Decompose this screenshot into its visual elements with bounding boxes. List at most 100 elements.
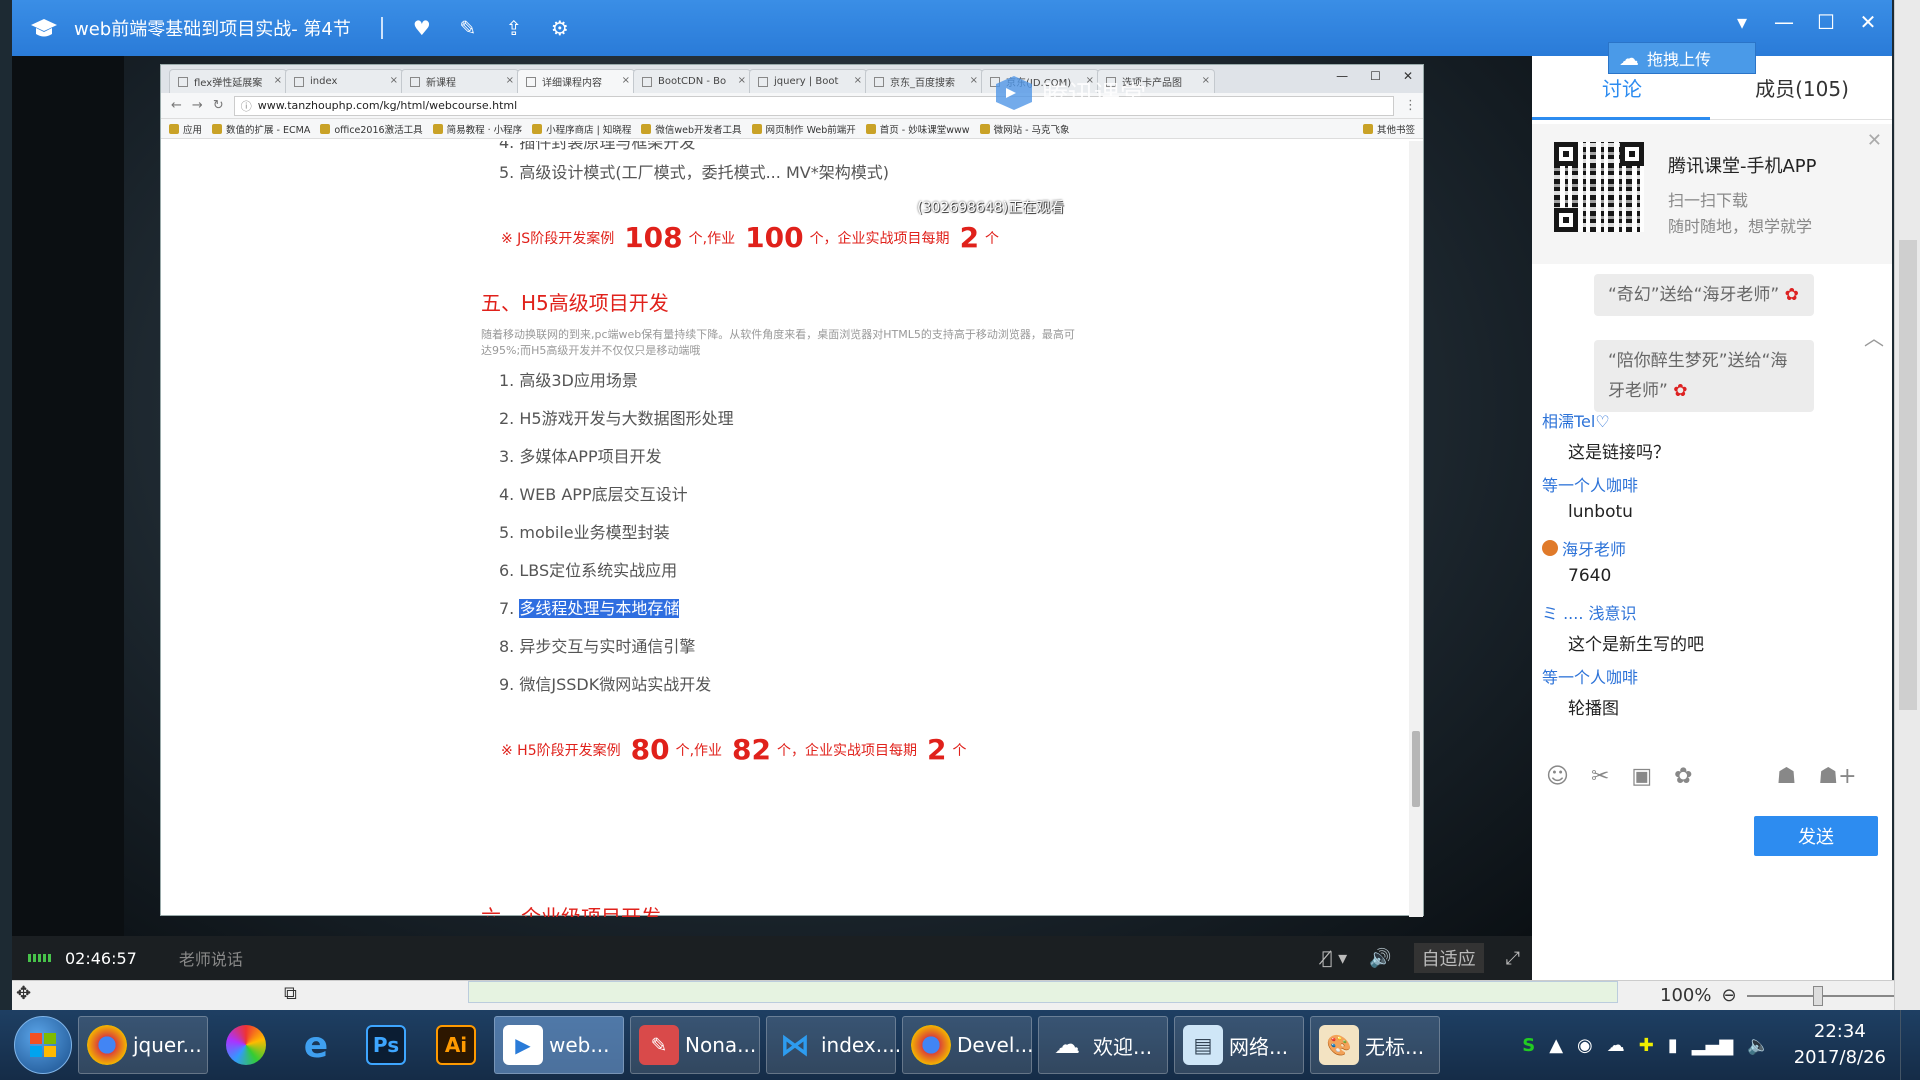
dropdown-icon[interactable]: ▾	[1730, 10, 1754, 34]
browser-tab[interactable]: jquery | Boot ×	[749, 69, 867, 93]
volume-icon[interactable]: 🔊	[1369, 948, 1391, 969]
flower-icon[interactable]: ✿	[1674, 764, 1692, 789]
browser-tab[interactable]: flex弹性延展案 ×	[169, 69, 287, 93]
chrome-icon	[87, 1025, 127, 1065]
cloud-tray-icon[interactable]: ☁	[1607, 1035, 1625, 1056]
user-icon[interactable]: ☗	[1777, 764, 1797, 789]
zoom-out-icon[interactable]: ⊖	[1721, 985, 1736, 1006]
browser-tab[interactable]: 新课程 ×	[401, 69, 519, 93]
video-area[interactable]: flex弹性延展案 × index × 新课程 × 详细课程内容 × BootCDN -…	[12, 56, 1532, 936]
fullscreen-icon[interactable]: ⤢	[1506, 948, 1520, 969]
taskbar-photos[interactable]	[214, 1016, 278, 1074]
page-scroll-thumb[interactable]	[1412, 731, 1420, 807]
outer-scroll-thumb[interactable]	[1899, 240, 1917, 710]
bookmark[interactable]: office2016激活工具	[320, 122, 423, 136]
send-button[interactable]: 发送	[1754, 816, 1878, 856]
tray-expand-icon[interactable]: ▲	[1549, 1035, 1563, 1056]
edit-icon[interactable]: ✎	[453, 13, 483, 43]
zoom-slider-knob[interactable]	[1812, 985, 1823, 1006]
chat-username[interactable]: 相濡Tel♡	[1542, 408, 1610, 432]
chat-message: 这个是新生写的吧	[1568, 635, 1704, 655]
browser-tab[interactable]: 京东_百度搜索 ×	[865, 69, 983, 93]
taskbar-notepad[interactable]: ✎ Nona...	[630, 1016, 760, 1074]
bookmark[interactable]: 微信web开发者工具	[641, 122, 742, 136]
bookmark-other[interactable]: 其他书签	[1362, 122, 1415, 136]
close-button[interactable]: ✕	[1856, 10, 1880, 34]
taskbar-illustrator[interactable]: Ai	[424, 1016, 488, 1074]
speaker-icon[interactable]: 🔈	[1747, 1035, 1769, 1056]
browser-tab[interactable]: BootCDN - Bo ×	[633, 69, 751, 93]
h5-item-selected[interactable]: 7. 多线程处理与本地存储	[499, 595, 680, 619]
taskbar-chrome-dev[interactable]: Devel...	[902, 1016, 1033, 1074]
chat-username[interactable]: ミ .... 浅意识	[1542, 600, 1637, 624]
network-icon[interactable]: ▂▄▆	[1692, 1035, 1734, 1056]
taskbar-paint[interactable]: 🎨 无标...	[1310, 1016, 1440, 1074]
mobile-app-promo: 腾讯课堂-手机APP 扫一扫下载 随时随地，想学就学 ✕	[1532, 124, 1892, 264]
clock[interactable]: 22:34 2017/8/26	[1794, 1019, 1886, 1071]
maximize-button[interactable]: ☐	[1814, 10, 1838, 34]
forward-icon[interactable]: →	[192, 98, 203, 113]
taskbar-ie[interactable]: e	[284, 1016, 348, 1074]
bookmark[interactable]: 首页 - 妙味课堂www	[865, 122, 970, 136]
collapse-icon[interactable]: ︿	[1864, 322, 1884, 351]
browser-maximize-button[interactable]: ☐	[1370, 69, 1381, 83]
browser-close-button[interactable]: ✕	[1403, 69, 1413, 83]
h5-item: 8. 异步交互与实时通信引擎	[499, 637, 696, 656]
start-button[interactable]	[14, 1016, 72, 1074]
heart-icon[interactable]: ♥	[407, 13, 437, 43]
h5-section-title: 五、H5高级项目开发	[481, 291, 669, 315]
bookmark[interactable]: 网页制作 Web前端开	[751, 122, 856, 136]
browser-tab-active[interactable]: 详细课程内容 ×	[517, 69, 635, 93]
drag-upload-button[interactable]: ☁ 拖拽上传	[1608, 42, 1756, 74]
zoom-slider[interactable]	[1746, 985, 1897, 1006]
taskbar-network[interactable]: ▤ 网络...	[1174, 1016, 1304, 1074]
crop-icon[interactable]: ⧉	[284, 983, 297, 1004]
bookmark[interactable]: 数值的扩展 - ECMA	[212, 122, 310, 136]
bookmark[interactable]: 微网站 - 马克飞象	[979, 122, 1070, 136]
h5-item: 9. 微信JSSDK微网站实战开发	[499, 675, 712, 694]
wps-icon[interactable]: S	[1522, 1035, 1535, 1056]
browser-tab[interactable]: index ×	[285, 69, 403, 93]
taskbar-vscode[interactable]: ⋈ index....	[766, 1016, 901, 1074]
taskbar-tencent-classroom[interactable]: ▶ web...	[494, 1016, 624, 1074]
promo-close-icon[interactable]: ✕	[1867, 130, 1882, 151]
move-icon[interactable]: ✥	[16, 983, 31, 1004]
selected-text[interactable]: 多线程处理与本地存储	[519, 599, 680, 618]
mic-muted-icon[interactable]: 🎙̸ ▾	[1322, 948, 1348, 969]
cloud-icon: ☁	[1054, 1030, 1080, 1060]
fit-button[interactable]: 自适应	[1413, 943, 1484, 973]
security-icon[interactable]: ✚	[1639, 1035, 1654, 1056]
chat-toolbar: ☺ ✂ ▣ ✿ ☗ ☗+	[1532, 756, 1892, 796]
page-scrollbar[interactable]	[1409, 141, 1423, 917]
watermark-text: 腾讯课堂	[1042, 80, 1147, 111]
zoom-control: 100% ⊖ ⊕	[1660, 985, 1920, 1006]
promo-sub2: 随时随地，想学就学	[1668, 217, 1813, 236]
device-icon[interactable]: ▮	[1668, 1035, 1678, 1056]
bookmark[interactable]: 简易教程 · 小程序	[432, 122, 522, 136]
underlying-green-area	[468, 981, 1618, 1003]
menu-icon[interactable]: ⋮	[1404, 98, 1417, 113]
chat-username[interactable]: 等一个人咖啡	[1542, 664, 1638, 688]
back-icon[interactable]: ←	[171, 98, 182, 113]
qq-icon[interactable]: ◉	[1577, 1035, 1593, 1056]
taskbar-chrome[interactable]: jquer...	[78, 1016, 208, 1074]
bookmark[interactable]: 小程序商店 | 知晓程	[532, 122, 631, 136]
bookmark[interactable]: 应用	[169, 122, 202, 136]
show-desktop-button[interactable]	[1900, 1010, 1910, 1080]
reload-icon[interactable]: ↻	[213, 98, 224, 113]
settings-icon[interactable]: ⚙	[545, 13, 575, 43]
chat-username[interactable]: 等一个人咖啡	[1542, 472, 1638, 496]
image-icon[interactable]: ▣	[1631, 764, 1652, 789]
taskbar-cloud[interactable]: ☁ 欢迎...	[1038, 1016, 1168, 1074]
taskbar-photoshop[interactable]: Ps	[354, 1016, 418, 1074]
chat-username-teacher[interactable]: 海牙老师	[1542, 536, 1626, 560]
address-bar[interactable]: ⓘ www.tanzhouphp.com/kg/html/webcourse.ht…	[233, 95, 1394, 116]
scissors-icon[interactable]: ✂	[1591, 764, 1609, 789]
outer-scrollbar[interactable]	[1894, 0, 1920, 1010]
minimize-button[interactable]: —	[1772, 10, 1796, 34]
share-icon[interactable]: ⇪	[499, 13, 529, 43]
emoji-icon[interactable]: ☺	[1546, 764, 1569, 789]
browser-minimize-button[interactable]: —	[1336, 69, 1348, 83]
add-user-icon[interactable]: ☗+	[1818, 764, 1856, 789]
watching-notice: (302698648)正在观看	[917, 200, 1065, 216]
